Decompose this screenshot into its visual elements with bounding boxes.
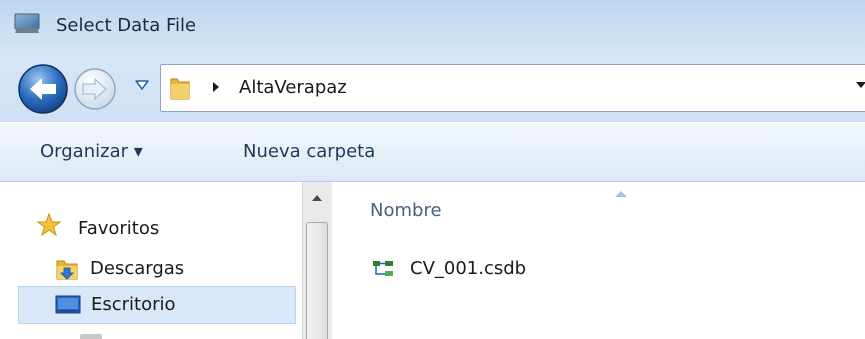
navigation-bar: AltaVerapaz xyxy=(0,58,865,120)
command-toolbar: Organizar ▾ Nueva carpeta xyxy=(0,122,865,182)
star-icon xyxy=(36,212,62,237)
new-folder-button[interactable]: Nueva carpeta xyxy=(243,141,375,162)
title-bar: Select Data File xyxy=(0,0,865,58)
desktop-icon xyxy=(55,295,81,314)
file-list-pane: Nombre CV_001.csdb xyxy=(332,182,865,339)
column-header-name[interactable]: Nombre xyxy=(370,200,442,221)
sidebar-item-favorites[interactable]: Favoritos xyxy=(18,206,296,244)
downloads-folder-icon xyxy=(56,260,78,280)
breadcrumb-current[interactable]: AltaVerapaz xyxy=(239,77,347,98)
file-dialog-window: Select Data File AltaVerapaz Organizar ▾… xyxy=(0,0,865,339)
scroll-up-icon[interactable] xyxy=(311,194,323,202)
triangle-right-icon[interactable] xyxy=(211,80,221,94)
sidebar-item-desktop[interactable]: Escritorio xyxy=(18,286,296,324)
list-item[interactable]: CV_001.csdb xyxy=(368,254,668,284)
address-dropdown-icon[interactable] xyxy=(855,80,865,90)
chevron-down-icon[interactable] xyxy=(134,78,150,92)
sort-ascending-icon xyxy=(615,191,627,197)
sidebar-item-label: Escritorio xyxy=(91,294,176,315)
address-bar[interactable]: AltaVerapaz xyxy=(160,64,865,112)
navigation-scrollbar[interactable] xyxy=(302,182,332,339)
back-arrow-icon[interactable] xyxy=(16,62,70,116)
sidebar-item-label: Descargas xyxy=(90,258,185,279)
database-file-icon xyxy=(373,261,393,276)
monitor-icon xyxy=(14,13,40,33)
file-name: CV_001.csdb xyxy=(410,258,527,279)
folder-icon xyxy=(170,78,190,100)
forward-arrow-icon[interactable] xyxy=(72,66,118,112)
sidebar-item-label: Favoritos xyxy=(78,218,160,239)
scroll-thumb[interactable] xyxy=(306,222,328,339)
sidebar-item-downloads[interactable]: Descargas xyxy=(18,250,296,288)
partially-visible-icon xyxy=(80,334,102,339)
organize-button[interactable]: Organizar ▾ xyxy=(40,141,143,162)
navigation-pane: Favoritos Descargas Escritorio xyxy=(0,182,302,339)
window-title: Select Data File xyxy=(56,15,197,36)
